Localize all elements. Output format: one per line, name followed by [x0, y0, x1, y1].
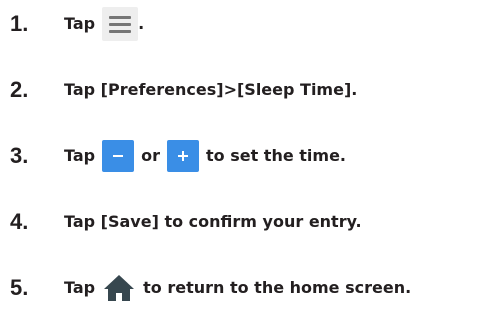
- step-text-part: or: [141, 146, 160, 165]
- step-1: 1. Tap .: [0, 4, 496, 44]
- step-text: Tap .: [64, 7, 144, 41]
- step-text: Tap [Preferences]>[Sleep Time].: [64, 80, 358, 99]
- step-text-part: Tap: [64, 278, 96, 297]
- step-number: 5.: [10, 275, 29, 300]
- step-4: 4. Tap [Save] to confirm your entry.: [0, 202, 496, 242]
- step-text-part: to return to the home screen.: [143, 278, 412, 297]
- step-2: 2. Tap [Preferences]>[Sleep Time].: [0, 70, 496, 110]
- minus-icon: [102, 140, 135, 172]
- step-number: 3.: [10, 143, 29, 168]
- instruction-steps: 1. Tap . 2. Tap [Preferences]>[Sleep Tim…: [0, 0, 496, 322]
- plus-icon: [167, 140, 199, 172]
- menu-icon: [102, 7, 139, 41]
- step-text-part: to set the time.: [206, 146, 346, 165]
- step-text-part: Tap: [64, 14, 96, 33]
- step-3: 3. Tap or to set the time.: [0, 136, 496, 176]
- step-text: Tap or to set the time.: [64, 140, 346, 172]
- home-icon: [104, 275, 135, 301]
- step-text-part: .: [138, 14, 145, 33]
- step-number: 2.: [10, 77, 29, 102]
- step-text-part: Tap: [64, 146, 96, 165]
- step-5: 5. Tap to return to the home screen.: [0, 268, 496, 308]
- step-text: Tap [Save] to confirm your entry.: [64, 212, 362, 231]
- step-number: 1.: [10, 11, 29, 36]
- step-text: Tap to return to the home screen.: [64, 273, 411, 303]
- step-number: 4.: [10, 209, 29, 234]
